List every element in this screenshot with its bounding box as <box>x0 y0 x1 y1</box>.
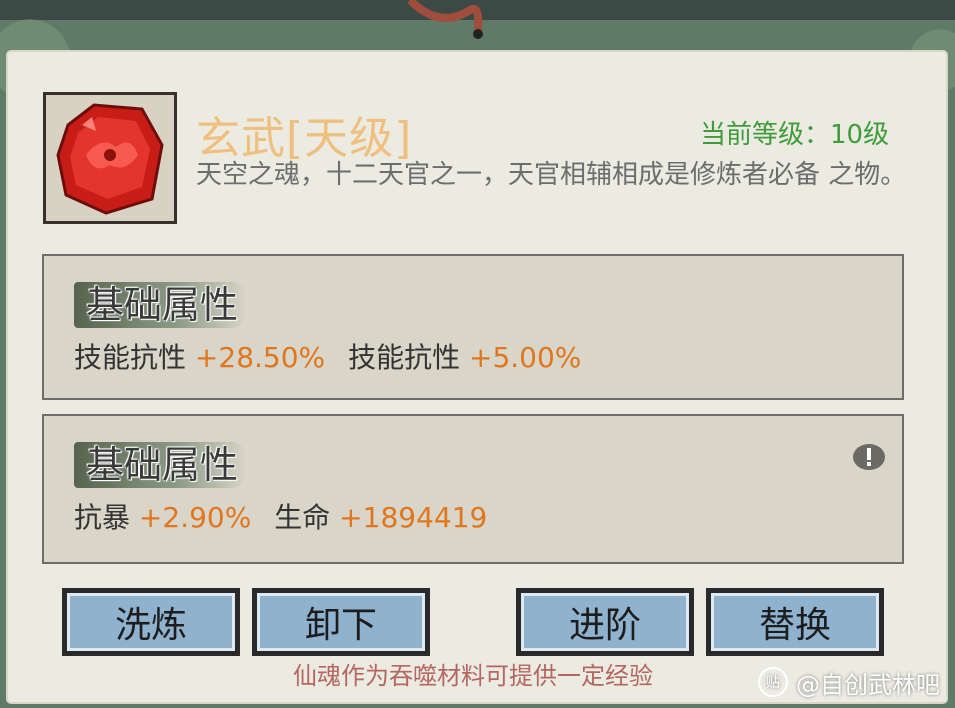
stat-label: 生命 <box>274 501 331 534</box>
attribute-title: 基础属性 <box>74 442 247 488</box>
red-gem-icon <box>46 95 174 221</box>
unequip-button-label: 卸下 <box>257 593 425 651</box>
item-icon <box>43 92 177 224</box>
watermark-text: @自创武林吧 <box>796 670 940 699</box>
stat-value: +1894419 <box>339 501 488 534</box>
replace-button[interactable]: 替换 <box>706 588 884 656</box>
item-description: 天空之魂，十二天官之一，天官相辅相成是修炼者必备 之物。 <box>196 160 907 190</box>
refine-button-label: 洗炼 <box>67 593 235 651</box>
attribute-title-text: 基础属性 <box>86 283 239 327</box>
current-level: 当前等级：10级 <box>700 120 890 150</box>
attribute-title-text: 基础属性 <box>86 443 239 487</box>
advance-button[interactable]: 进阶 <box>516 588 694 656</box>
attribute-stats: 抗暴 +2.90% 生命 +1894419 <box>74 496 501 536</box>
stat-value: +5.00% <box>468 341 582 374</box>
attribute-box-2: 基础属性 抗暴 +2.90% 生命 +1894419 <box>42 414 904 564</box>
refine-button[interactable]: 洗炼 <box>62 588 240 656</box>
item-name: 玄武[天级] <box>196 113 413 164</box>
attribute-box-1: 基础属性 技能抗性 +28.50% 技能抗性 +5.00% <box>42 254 904 400</box>
vine-decoration <box>407 0 483 39</box>
hint-text: 仙魂作为吞噬材料可提供一定经验 <box>293 662 653 690</box>
attribute-stats: 技能抗性 +28.50% 技能抗性 +5.00% <box>74 336 595 376</box>
unequip-button[interactable]: 卸下 <box>252 588 430 656</box>
stat-value: +2.90% <box>138 501 252 534</box>
watermark: 贴 @自创武林吧 <box>758 664 940 700</box>
attribute-title: 基础属性 <box>74 282 247 328</box>
info-icon[interactable] <box>852 442 886 472</box>
stat-label: 技能抗性 <box>348 341 461 374</box>
stat-label: 技能抗性 <box>74 341 187 374</box>
stat-label: 抗暴 <box>74 501 131 534</box>
stat-value: +28.50% <box>194 341 326 374</box>
advance-button-label: 进阶 <box>521 593 689 651</box>
tieba-logo-icon: 贴 <box>758 667 788 697</box>
replace-button-label: 替换 <box>711 593 879 651</box>
